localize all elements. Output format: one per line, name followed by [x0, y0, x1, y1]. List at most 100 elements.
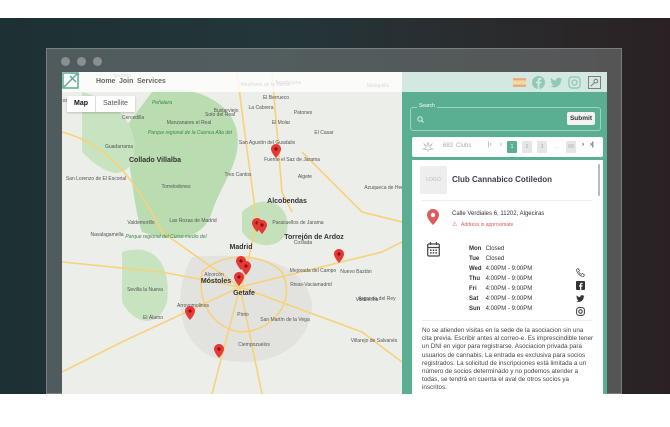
app-content: SegoviaPeñalaraEl BerruecoLa CabreraPato… [62, 72, 607, 394]
hours-time: 4:00PM - 9:00PM [485, 266, 533, 272]
map-place-label: El Álamo [142, 315, 164, 321]
hours-row: Tue Closed [469, 254, 536, 264]
club-map-pin[interactable] [271, 144, 281, 158]
map-place-label: Guadarrama [104, 144, 134, 150]
map-place-label: Ciempozuelos [238, 342, 270, 348]
divider [422, 320, 592, 321]
prev-page-icon[interactable]: ‹ [500, 142, 502, 148]
map-type-control: Map Satellite [67, 96, 135, 112]
map-type-satellite-button[interactable]: Satellite [96, 96, 135, 112]
last-page-icon[interactable]: ›| [590, 142, 594, 148]
map-place-label: Torrelodones [161, 184, 191, 190]
site-header: Home Join Services [62, 72, 402, 92]
search-field[interactable]: Search Submit [410, 103, 601, 131]
map-place-label: Navalagamella [90, 232, 124, 238]
calendar-icon [427, 242, 440, 257]
map-place-label: San Lorenzo de El Escorial [65, 176, 127, 182]
nav-home[interactable]: Home [96, 78, 115, 85]
divider [422, 200, 592, 201]
hours-day: Sat [469, 296, 479, 302]
map-place-label: El Casar [314, 130, 334, 136]
hours-time: 4:00PM - 9:00PM [485, 296, 533, 302]
club-address: Calle Verdiales 6, 11202, Algeciras [452, 211, 545, 217]
hours-row: Fri 4:00PM - 9:00PM [469, 284, 536, 294]
submit-button[interactable]: Submit [566, 112, 595, 125]
map-place-label: Tres Cantos [224, 172, 252, 178]
map-place-label: Pinto [237, 312, 249, 318]
twitter-icon[interactable] [576, 294, 585, 303]
map-place-label: Manzanares el Real [166, 120, 212, 126]
club-description: No se atienden visitas en la sede de la … [422, 327, 594, 392]
hours-row: Mon Closed [469, 244, 536, 254]
nav-join[interactable]: Join [119, 78, 133, 85]
window-dot-maximize[interactable] [93, 57, 102, 66]
map-place-label: Las Rozas de Madrid [169, 218, 217, 224]
map-place-label: Rivas-Vaciamadrid [290, 282, 332, 288]
hours-row: Wed 4:00PM - 9:00PM [469, 264, 536, 274]
hours-row: Thu 4:00PM - 9:00PM [469, 274, 536, 284]
page-button[interactable]: 69 [566, 141, 576, 153]
facebook-icon[interactable] [576, 281, 585, 290]
location-pin-icon [427, 209, 439, 225]
site-logo[interactable] [62, 72, 80, 89]
club-map-pin[interactable] [214, 344, 224, 358]
club-name[interactable]: Club Cannabico Cotiledon [452, 175, 552, 184]
map-place-label: Coslada [293, 240, 313, 246]
club-map-pin[interactable] [185, 306, 195, 320]
hours-time: Closed [485, 256, 505, 262]
instagram-icon[interactable] [576, 307, 585, 316]
first-page-icon[interactable]: |‹ [488, 142, 492, 148]
nav-services[interactable]: Services [137, 78, 166, 85]
key-icon[interactable] [588, 76, 601, 89]
club-count-unit: Clubs [456, 143, 472, 149]
pagination-bar: 683 Clubs |‹ ‹ 1 2 3 ... 69 › ›| [412, 137, 603, 157]
club-card: LOGO Club Cannabico Cotiledon Calle Verd… [412, 160, 603, 394]
hours-row: Sat 4:00PM - 9:00PM [469, 294, 536, 304]
instagram-icon[interactable] [568, 76, 581, 89]
map-place-label: Parque regional de la Cuenca Alta del [147, 130, 233, 136]
club-map-pin[interactable] [234, 272, 244, 286]
map-place-label: Parque regional del Curso medio del [125, 234, 207, 240]
page-button[interactable]: 3 [537, 141, 547, 153]
page-ellipsis: ... [554, 144, 560, 150]
search-icon [417, 116, 424, 123]
page-button[interactable]: 2 [522, 141, 532, 153]
map-place-label: Madrid [229, 244, 253, 251]
hours-day: Fri [469, 286, 477, 292]
map-place-label: Soto del Real [204, 112, 236, 118]
map-place-label: Móstoles [200, 278, 232, 285]
spain-flag-icon[interactable] [513, 78, 526, 87]
map-type-map-button[interactable]: Map [67, 96, 96, 112]
window-dot-close[interactable] [61, 57, 70, 66]
page-button[interactable]: 1 [507, 141, 517, 153]
club-count: 683 [443, 143, 454, 149]
card-scrollbar[interactable] [598, 164, 600, 196]
next-page-icon[interactable]: › [582, 142, 584, 148]
map-place-label: Patones [293, 110, 313, 116]
map-place-label: Getafe [233, 290, 255, 297]
hours-day: Tue [469, 256, 480, 262]
search-label: Search [417, 103, 437, 109]
map-place-label: Alcobendas [267, 198, 307, 205]
address-note: Address is approximate [461, 222, 514, 228]
hours-day: Thu [469, 276, 480, 282]
phone-icon[interactable] [576, 268, 585, 277]
map-place-label: El Berrueco [262, 95, 290, 101]
hours-row: Sun 4:00PM - 9:00PM [469, 304, 536, 314]
map-place-label: La Cabrera [248, 105, 274, 111]
hours-day: Mon [469, 246, 482, 252]
map-place-label: Algete [297, 174, 313, 180]
club-map-pin[interactable] [334, 249, 344, 263]
window-dot-minimize[interactable] [77, 57, 86, 66]
map-place-label: San Martín de la Vega [260, 317, 310, 323]
opening-hours: Mon Closed Tue Closed Wed 4:00PM - 9:00PM Thu 4… [469, 244, 536, 314]
twitter-icon[interactable] [550, 76, 563, 89]
hours-day: Sun [469, 306, 481, 312]
map-place-label: Valdemorillo [127, 220, 155, 226]
map-place-label: San Agustín del Guadalix [238, 140, 296, 146]
club-map-pin[interactable] [257, 220, 267, 234]
map-place-label: Cercedilla [121, 115, 145, 121]
forest-area [122, 249, 168, 321]
map-view[interactable]: SegoviaPeñalaraEl BerruecoLa CabreraPato… [62, 72, 402, 394]
facebook-icon[interactable] [532, 76, 545, 89]
